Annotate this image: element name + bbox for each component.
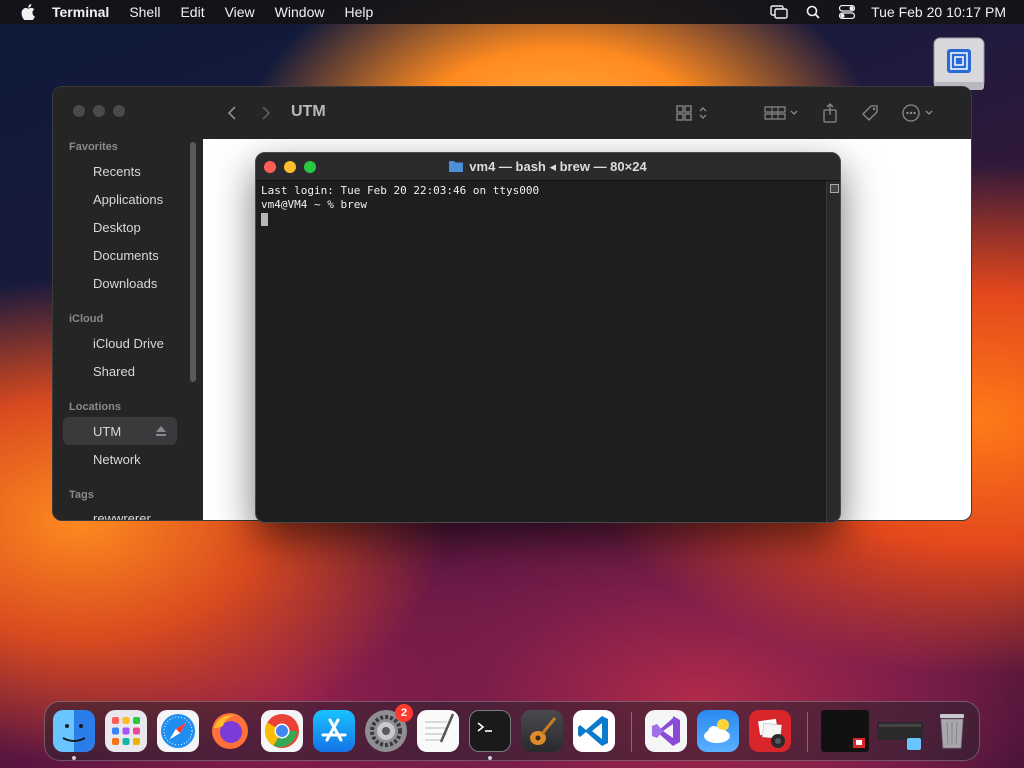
text-cursor xyxy=(261,213,268,226)
terminal-line: Last login: Tue Feb 20 22:03:46 on ttys0… xyxy=(261,184,540,197)
back-chevron-icon[interactable] xyxy=(221,103,243,123)
sidebar-section-favorites: Favorites xyxy=(69,141,118,153)
trash-icon[interactable] xyxy=(931,710,973,752)
terminal-scrollbar[interactable] xyxy=(826,181,840,522)
more-actions-icon[interactable] xyxy=(901,103,937,123)
dock-separator xyxy=(631,712,632,752)
sidebar-scrollbar[interactable] xyxy=(190,142,196,382)
minimized-window-thumbnail[interactable] xyxy=(821,710,869,752)
app-menu-terminal[interactable]: Terminal xyxy=(52,4,109,20)
running-indicator xyxy=(488,756,492,760)
app-store-icon[interactable] xyxy=(313,710,355,752)
dock: 2 xyxy=(44,701,980,761)
chrome-icon[interactable] xyxy=(261,710,303,752)
terminal-cursor-line xyxy=(261,212,826,226)
finder-minimize-button[interactable] xyxy=(93,105,105,117)
finder-toolbar: UTM xyxy=(203,87,971,139)
minimized-window-thumbnail[interactable] xyxy=(877,710,925,752)
menu-window[interactable]: Window xyxy=(275,4,325,20)
sidebar-item-shared[interactable]: Shared xyxy=(93,364,135,379)
running-indicator xyxy=(72,756,76,760)
terminal-line: vm4@VM4 ~ % brew xyxy=(261,198,367,211)
apple-menu-icon[interactable] xyxy=(18,4,38,20)
weather-icon[interactable] xyxy=(697,710,739,752)
sidebar-item-utm[interactable]: UTM xyxy=(93,424,121,439)
control-center-icon[interactable] xyxy=(837,4,857,20)
spotlight-search-icon[interactable] xyxy=(803,4,823,20)
forward-chevron-icon[interactable] xyxy=(255,103,277,123)
terminal-title-text: vm4 — bash ◂ brew — 80×24 xyxy=(469,159,647,174)
menu-shell[interactable]: Shell xyxy=(129,4,160,20)
sidebar-section-icloud: iCloud xyxy=(69,313,104,325)
scroll-split-icon[interactable] xyxy=(830,184,839,193)
terminal-output[interactable]: Last login: Tue Feb 20 22:03:46 on ttys0… xyxy=(256,181,826,522)
sidebar-section-tags: Tags xyxy=(69,489,94,501)
sidebar-section-locations: Locations xyxy=(69,401,121,413)
sidebar-item-icloud-drive[interactable]: iCloud Drive xyxy=(93,336,164,351)
eject-icon[interactable] xyxy=(155,424,167,442)
finder-close-button[interactable] xyxy=(73,105,85,117)
view-grid-icon[interactable] xyxy=(675,103,711,123)
visual-studio-icon[interactable] xyxy=(645,710,687,752)
tag-icon[interactable] xyxy=(859,103,881,123)
sidebar-item-downloads[interactable]: Downloads xyxy=(93,276,157,291)
firefox-icon[interactable] xyxy=(209,710,251,752)
screen-mirroring-icon[interactable] xyxy=(769,4,789,20)
menu-edit[interactable]: Edit xyxy=(180,4,204,20)
finder-window-controls xyxy=(73,105,125,117)
menu-help[interactable]: Help xyxy=(344,4,373,20)
garageband-icon[interactable] xyxy=(521,710,563,752)
notification-badge: 2 xyxy=(395,704,413,722)
finder-icon[interactable] xyxy=(53,710,95,752)
sidebar-item-network[interactable]: Network xyxy=(93,452,141,467)
textedit-icon[interactable] xyxy=(417,710,459,752)
sidebar-item-desktop[interactable]: Desktop xyxy=(93,220,141,235)
sidebar-item-tag[interactable]: rewwrerer xyxy=(93,511,151,520)
finder-zoom-button[interactable] xyxy=(113,105,125,117)
terminal-icon[interactable] xyxy=(469,710,511,752)
menu-bar-clock[interactable]: Tue Feb 20 10:17 PM xyxy=(871,4,1006,20)
launchpad-icon[interactable] xyxy=(105,710,147,752)
safari-icon[interactable] xyxy=(157,710,199,752)
sidebar-item-documents[interactable]: Documents xyxy=(93,248,159,263)
terminal-title-bar[interactable]: vm4 — bash ◂ brew — 80×24 xyxy=(256,153,840,181)
system-settings-icon[interactable]: 2 xyxy=(365,704,413,752)
terminal-window: vm4 — bash ◂ brew — 80×24 Last login: Tu… xyxy=(255,152,841,523)
photo-booth-icon[interactable] xyxy=(749,710,791,752)
terminal-window-title: vm4 — bash ◂ brew — 80×24 xyxy=(256,159,840,175)
group-by-icon[interactable] xyxy=(763,103,801,123)
menu-bar: Terminal Shell Edit View Window Help Tue… xyxy=(0,0,1024,24)
vscode-icon[interactable] xyxy=(573,710,615,752)
folder-icon xyxy=(449,160,464,172)
sidebar-item-recents[interactable]: Recents xyxy=(93,164,141,179)
dock-separator xyxy=(807,712,808,752)
sidebar-item-applications[interactable]: Applications xyxy=(93,192,163,207)
menu-view[interactable]: View xyxy=(225,4,255,20)
finder-window-title: UTM xyxy=(291,103,326,120)
share-icon[interactable] xyxy=(819,103,841,123)
finder-sidebar: Favorites Recents Applications Desktop D… xyxy=(53,87,203,520)
